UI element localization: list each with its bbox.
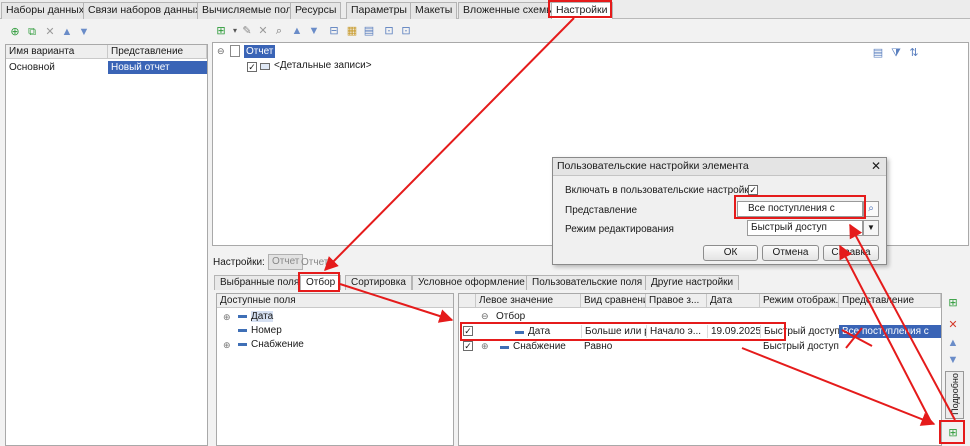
arrow-row-to-button: [741, 347, 936, 426]
arrow-filter-tab-to-row: [339, 283, 454, 323]
cross-mark: [841, 327, 873, 349]
arrow-dialog-to-representation: [839, 244, 931, 421]
arrow-button-to-dialog: [849, 223, 956, 421]
arrow-settings-to-filter-tab: [324, 17, 575, 271]
annotation-arrows: [324, 17, 956, 426]
